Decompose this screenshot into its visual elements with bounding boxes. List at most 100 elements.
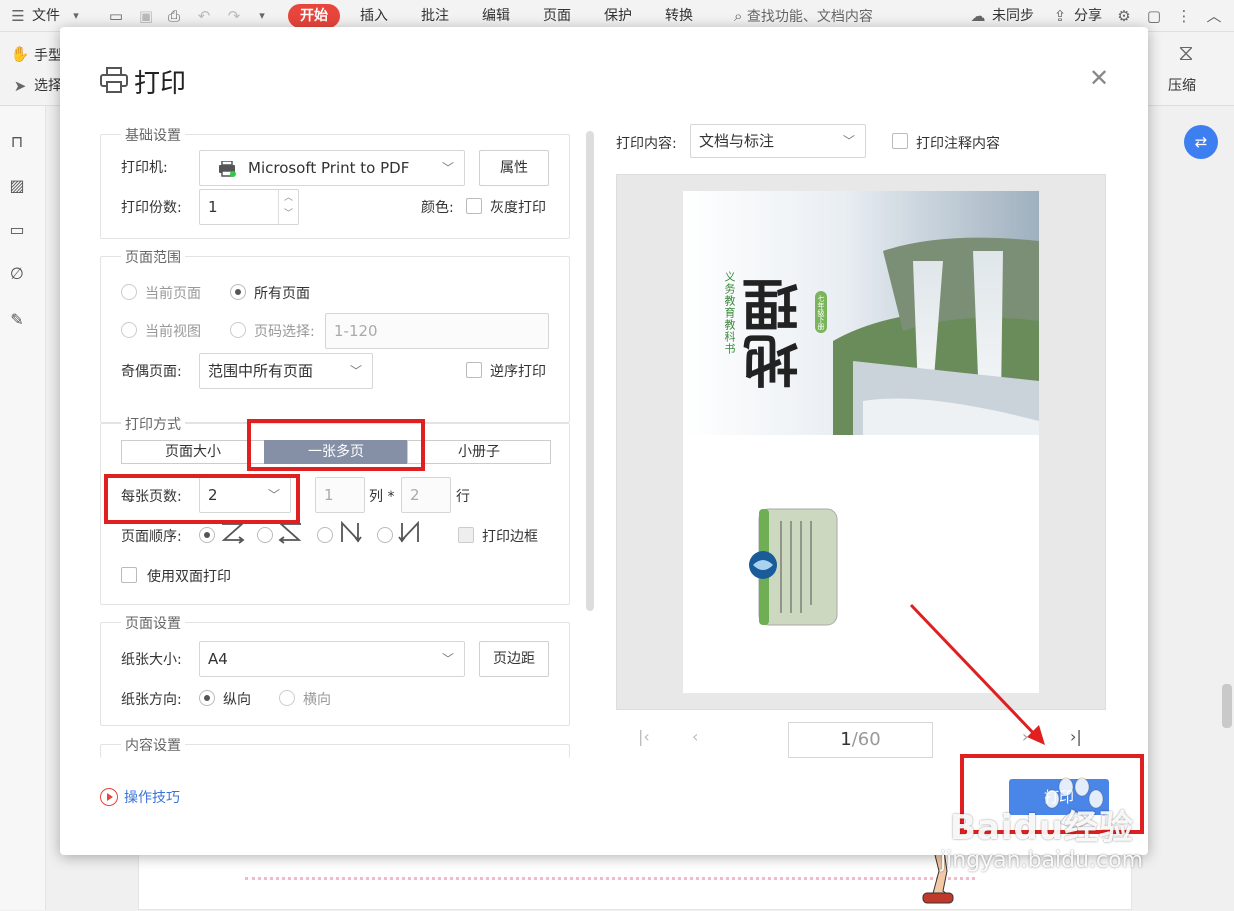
print-border-label: 打印边框 <box>482 529 538 545</box>
document-scrollbar[interactable] <box>1222 684 1232 728</box>
tips-label: 操作技巧 <box>124 790 180 806</box>
landscape-label: 横向 <box>303 692 331 708</box>
compress-icon[interactable]: ⧖ <box>1172 43 1200 72</box>
odd-even-label: 奇偶页面: <box>121 364 182 380</box>
close-icon[interactable]: ✕ <box>1088 66 1110 90</box>
gear-icon[interactable]: ⚙ <box>1114 6 1134 26</box>
redo-icon[interactable]: ↷ <box>224 6 244 26</box>
convert-fab-icon[interactable]: ⇄ <box>1184 125 1218 159</box>
content-settings-group: 内容设置 <box>100 735 570 758</box>
paper-size-select[interactable]: A4 ﹀ <box>199 641 465 677</box>
page-range-legend: 页面范围 <box>121 247 185 267</box>
stepper-arrows-icon[interactable]: ︿ ﹀ <box>278 190 298 224</box>
watermark-logo: Baidu经验 <box>950 808 1135 848</box>
order-z-radio[interactable] <box>199 527 215 543</box>
print-icon[interactable]: ⎙ <box>164 6 184 26</box>
copies-label: 打印份数: <box>121 200 182 216</box>
image-icon[interactable]: ▨ <box>7 176 27 196</box>
last-page-icon[interactable]: ›| <box>1070 727 1082 746</box>
cloud-sync-icon[interactable]: ☁ <box>968 6 988 26</box>
attachment-icon[interactable]: ∅ <box>7 264 27 284</box>
chevron-down-icon: ﹀ <box>441 652 454 666</box>
odd-even-select[interactable]: 范围中所有页面 ﹀ <box>199 353 373 389</box>
more-icon[interactable]: ⋮ <box>1174 6 1194 26</box>
page-setup-group: 页面设置 纸张大小: A4 ﹀ 页边距 纸张方向: 纵向 横向 <box>100 613 570 726</box>
decorative-dotted-line <box>245 877 975 880</box>
mode-page-size[interactable]: 页面大小 <box>121 440 265 464</box>
printer-icon <box>100 67 128 93</box>
current-page-radio[interactable] <box>121 284 137 300</box>
columns-input[interactable]: 1 <box>315 477 365 513</box>
grayscale-checkbox[interactable] <box>466 198 482 214</box>
printer-device-icon <box>219 161 236 177</box>
open-folder-icon[interactable]: ▭ <box>106 6 126 26</box>
order-n-icon <box>341 520 362 543</box>
prev-page-icon[interactable]: ‹ <box>692 727 698 746</box>
signature-icon[interactable]: ✎ <box>7 310 27 330</box>
message-icon[interactable]: ▢ <box>1144 6 1164 26</box>
paper-size-label: 纸张大小: <box>121 652 182 668</box>
print-dialog: 打印 ✕ 基础设置 打印机: Microsoft Print to PDF ﹀ … <box>60 27 1148 855</box>
landscape-radio[interactable] <box>279 690 295 706</box>
share-icon[interactable]: ⇪ <box>1050 6 1070 26</box>
duplex-label: 使用双面打印 <box>147 569 231 585</box>
print-mode-legend: 打印方式 <box>121 414 185 434</box>
tips-link[interactable]: 操作技巧 <box>100 787 180 807</box>
portrait-radio[interactable] <box>199 690 215 706</box>
printer-select[interactable]: Microsoft Print to PDF ﹀ <box>199 150 465 186</box>
copies-stepper[interactable]: 1 ︿ ﹀ <box>199 189 299 225</box>
print-annotations-checkbox[interactable] <box>892 133 908 149</box>
order-reverse-z-radio[interactable] <box>257 527 273 543</box>
copies-value: 1 <box>208 198 218 216</box>
order-n-radio[interactable] <box>317 527 333 543</box>
orientation-label: 纸张方向: <box>121 692 182 708</box>
page-range-input[interactable]: 1-120 <box>325 313 549 349</box>
file-menu[interactable]: 文件 <box>32 0 60 32</box>
hand-tool-label[interactable]: 手型 <box>34 40 62 72</box>
rows-input[interactable]: 2 <box>401 477 451 513</box>
left-sidebar: ⊓ ▨ ▭ ∅ ✎ <box>0 106 46 910</box>
collapse-ribbon-icon[interactable]: ︿ <box>1204 6 1224 26</box>
hand-icon[interactable]: ✋ <box>10 44 30 64</box>
undo-icon[interactable]: ↶ <box>194 6 214 26</box>
first-page-icon[interactable]: |‹ <box>638 727 650 746</box>
color-label: 颜色: <box>421 200 454 216</box>
portrait-label: 纵向 <box>223 692 251 708</box>
print-border-checkbox[interactable] <box>458 527 474 543</box>
order-reverse-n-radio[interactable] <box>377 527 393 543</box>
margin-button[interactable]: 页边距 <box>479 641 549 677</box>
watermark-url: jingyan.baidu.com <box>940 848 1144 873</box>
more-dropdown-icon[interactable]: ▾ <box>252 6 272 26</box>
mode-booklet[interactable]: 小册子 <box>407 440 551 464</box>
print-content-label: 打印内容: <box>616 136 677 152</box>
select-tool-label[interactable]: 选择 <box>34 70 62 102</box>
print-annotations-label: 打印注释内容 <box>916 136 1000 152</box>
columns-label: 列 * <box>369 489 395 505</box>
page-select-label: 页码选择: <box>254 324 315 340</box>
basic-settings-legend: 基础设置 <box>121 125 185 145</box>
all-pages-label: 所有页面 <box>254 286 310 302</box>
tab-home[interactable]: 开始 <box>288 4 340 28</box>
duplex-checkbox[interactable] <box>121 567 137 583</box>
all-pages-radio[interactable] <box>230 284 246 300</box>
search-placeholder: 查找功能、文档内容 <box>746 9 873 25</box>
properties-button[interactable]: 属性 <box>479 150 549 186</box>
compress-button[interactable]: 压缩 <box>1168 70 1196 102</box>
current-page-number: 1 <box>840 729 852 750</box>
settings-scrollbar[interactable] <box>586 131 594 611</box>
chevron-down-icon: ﹀ <box>349 364 362 378</box>
chevron-down-icon[interactable]: ▾ <box>66 6 86 26</box>
bookmark-icon[interactable]: ⊓ <box>7 132 27 152</box>
red-arrow-annotation <box>909 603 1045 745</box>
save-icon[interactable]: ▣ <box>136 6 156 26</box>
cursor-icon[interactable]: ➤ <box>10 76 30 96</box>
hamburger-menu-icon[interactable]: ☰ <box>8 6 28 26</box>
page-select-radio[interactable] <box>230 322 246 338</box>
total-pages: /60 <box>851 729 881 750</box>
print-content-select[interactable]: 文档与标注 ﹀ <box>690 124 866 158</box>
reverse-print-checkbox[interactable] <box>466 362 482 378</box>
highlight-pages-per-sheet <box>104 474 300 524</box>
play-circle-icon <box>100 788 118 806</box>
comment-icon[interactable]: ▭ <box>7 220 27 240</box>
current-view-radio[interactable] <box>121 322 137 338</box>
